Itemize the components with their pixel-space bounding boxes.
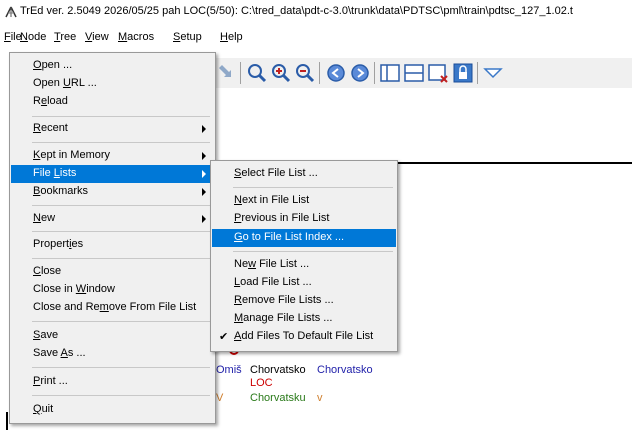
toolbar-separator [477,62,478,84]
menu-item-save[interactable]: Save [11,327,214,345]
zoom-in-icon[interactable] [270,62,292,84]
menu-item-open[interactable]: Open ... [11,57,214,75]
zoom-out-icon[interactable] [294,62,316,84]
menu-view[interactable]: View [85,31,109,43]
submenu-arrow-icon [202,152,206,160]
node-form-v[interactable]: V [216,392,223,404]
menu-separator [32,395,210,396]
lock-icon[interactable] [452,62,474,84]
menu-item-print[interactable]: Print ... [11,373,214,391]
menu-separator [32,116,210,117]
menu-item-new[interactable]: New [11,210,214,228]
window-icon[interactable] [379,62,401,84]
menu-tree[interactable]: Tree [54,31,76,43]
toolbar-separator [374,62,375,84]
menu-item-close[interactable]: Close [11,263,214,281]
node-lemma[interactable]: Chorvatsko [250,364,306,376]
toolbar-separator [240,62,241,84]
file-menu: Open ... Open URL ... Reload Recent Kept… [9,52,216,424]
submenu-arrow-icon [202,125,206,133]
app-icon [5,6,17,18]
menu-separator [32,142,210,143]
menu-bar: File Node Tree View Macros Setup Help [0,29,632,49]
menu-separator [233,187,393,188]
arrow-icon[interactable] [216,62,238,84]
submenu-item-manage-file-lists[interactable]: Manage File Lists ... [212,310,396,328]
submenu-item-previous-in-file-list[interactable]: Previous in File List [212,210,396,228]
dropdown-triangle-icon[interactable] [482,62,504,84]
close-window-icon[interactable] [427,62,449,84]
menu-item-properties[interactable]: Properties [11,236,214,254]
menu-separator [32,321,210,322]
menu-item-close-and-remove[interactable]: Close and Remove From File List [11,299,214,317]
node-form-chorvatsku[interactable]: Chorvatsku [250,392,306,404]
submenu-item-add-files-to-default[interactable]: ✔ Add Files To Default File List [212,328,396,346]
tree-edge [6,412,8,430]
menu-separator [32,231,210,232]
menu-item-kept-in-memory[interactable]: Kept in Memory [11,147,214,165]
menu-macros[interactable]: Macros [118,31,154,43]
submenu-arrow-icon [202,170,206,178]
menu-separator [32,205,210,206]
back-circle-icon[interactable] [325,62,347,84]
forward-circle-icon[interactable] [349,62,371,84]
menu-item-close-in-window[interactable]: Close in Window [11,281,214,299]
menu-help[interactable]: Help [220,31,243,43]
title-bar: TrEd ver. 2.5049 2026/05/25 pah LOC(5/50… [0,0,632,24]
submenu-item-remove-file-lists[interactable]: Remove File Lists ... [212,292,396,310]
menu-node[interactable]: Node [20,31,46,43]
menu-item-open-url[interactable]: Open URL ... [11,75,214,93]
node-form-v-small[interactable]: v [317,392,323,404]
menu-item-bookmarks[interactable]: Bookmarks [11,183,214,201]
file-lists-submenu: Select File List ... Next in File List P… [210,160,398,352]
menu-separator [32,258,210,259]
menu-item-quit[interactable]: Quit [11,401,214,419]
submenu-arrow-icon [202,215,206,223]
checkmark-icon: ✔ [219,331,229,343]
menu-setup[interactable]: Setup [173,31,202,43]
submenu-item-new-file-list[interactable]: New File List ... [212,256,396,274]
menu-item-save-as[interactable]: Save As ... [11,345,214,363]
menu-separator [32,367,210,368]
window-title: TrEd ver. 2.5049 2026/05/25 pah LOC(5/50… [20,5,573,17]
menu-separator [233,251,393,252]
split-window-icon[interactable] [403,62,425,84]
submenu-item-load-file-list[interactable]: Load File List ... [212,274,396,292]
submenu-item-next-in-file-list[interactable]: Next in File List [212,192,396,210]
submenu-item-select-file-list[interactable]: Select File List ... [212,165,396,183]
menu-item-recent[interactable]: Recent [11,120,214,138]
menu-item-file-lists[interactable]: File Lists [11,165,214,183]
submenu-arrow-icon [202,188,206,196]
zoom-icon[interactable] [246,62,268,84]
toolbar [216,58,632,88]
submenu-item-go-to-file-list-index[interactable]: Go to File List Index ... [212,229,396,247]
menu-item-reload[interactable]: Reload [11,93,214,111]
node-form-omis[interactable]: Omiš [216,364,242,376]
node-functor[interactable]: LOC [250,377,273,389]
node-lemma-2[interactable]: Chorvatsko [317,364,373,376]
toolbar-separator [319,62,320,84]
